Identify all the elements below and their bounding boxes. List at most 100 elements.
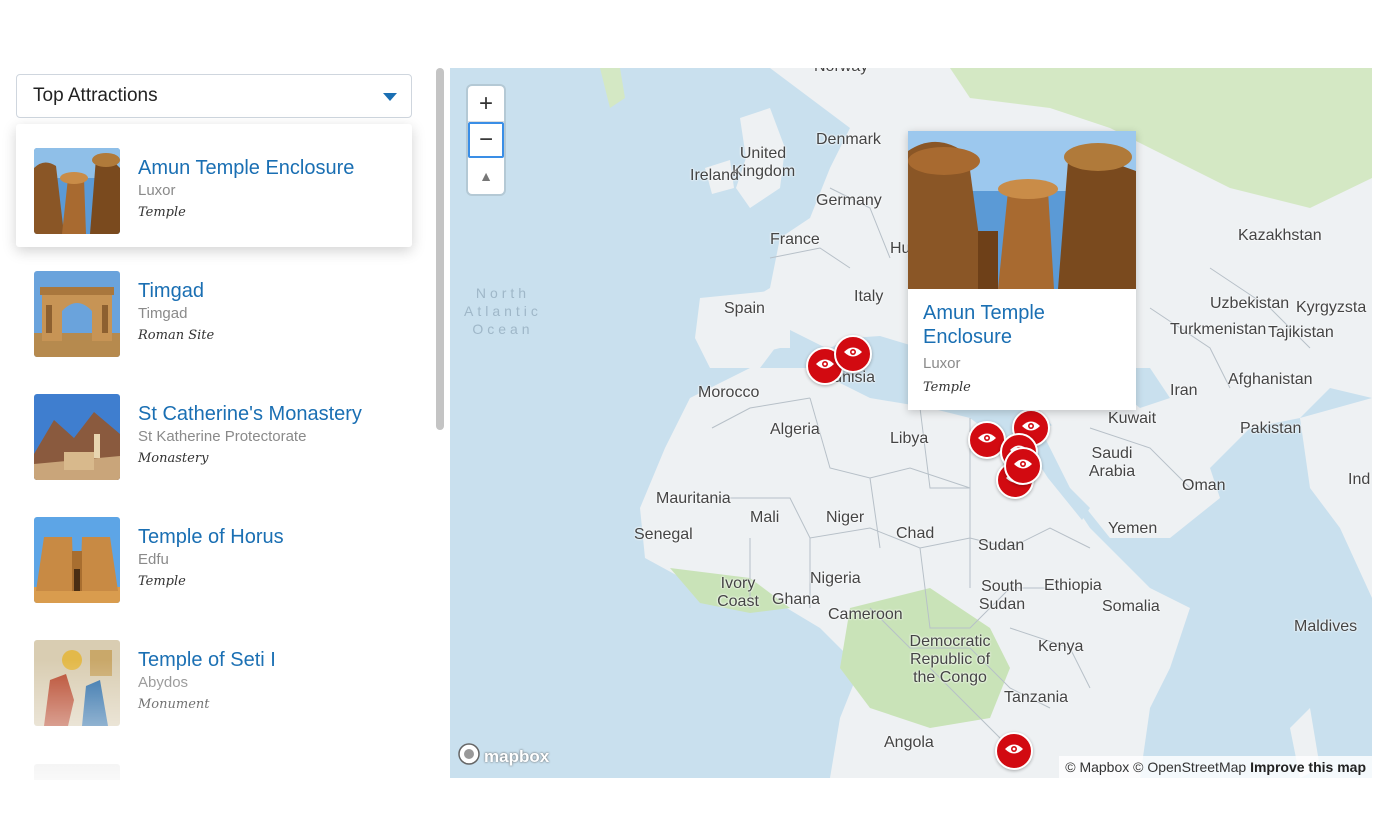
country-label: Turkmenistan [1170, 321, 1267, 338]
zoom-out-button[interactable]: − [468, 122, 504, 158]
country-label: Denmark [816, 131, 881, 148]
country-label: Pakistan [1240, 420, 1302, 437]
map-marker[interactable] [995, 732, 1033, 770]
attraction-thumbnail [34, 271, 120, 357]
map-attribution: © Mapbox © OpenStreetMap Improve this ma… [1059, 756, 1372, 778]
eye-icon [1013, 457, 1033, 475]
eye-icon [843, 345, 863, 363]
country-label: Ethiopia [1044, 577, 1102, 594]
mapbox-logo[interactable]: mapbox [458, 743, 549, 770]
attraction-city: Edfu [138, 551, 169, 568]
country-label: Italy [854, 288, 884, 305]
attraction-thumbnail [34, 394, 120, 480]
country-label: Mali [750, 509, 780, 526]
country-label: Oman [1182, 477, 1226, 494]
country-label: Tajikistan [1268, 324, 1334, 341]
attraction-type: Monument [138, 697, 210, 712]
eye-icon [815, 357, 835, 375]
country-label: United Kingdom [732, 145, 796, 180]
country-label: Ireland [690, 167, 739, 184]
attraction-card[interactable]: Temple of Seti I Abydos Monument [16, 616, 412, 739]
attraction-title[interactable]: Timgad [138, 279, 214, 303]
popup-type: Temple [923, 380, 971, 395]
mapbox-attribution-link[interactable]: © Mapbox [1065, 759, 1129, 775]
category-dropdown[interactable]: Top Attractions [16, 74, 412, 118]
chevron-down-icon [383, 93, 397, 101]
mapbox-logo-text: mapbox [484, 746, 550, 766]
country-label: Tanzania [1004, 689, 1069, 706]
map[interactable]: North Atlantic Ocean Norway Denmark Unit… [450, 68, 1372, 778]
country-label: Kenya [1038, 638, 1084, 655]
country-label: Somalia [1102, 598, 1160, 615]
country-label: Libya [890, 430, 929, 447]
attraction-thumbnail [34, 764, 120, 780]
attraction-thumbnail [34, 517, 120, 603]
country-label: Ind [1348, 471, 1371, 488]
country-label: Iran [1170, 382, 1198, 399]
country-label: Yemen [1108, 520, 1158, 537]
country-label: Senegal [634, 526, 693, 543]
ocean-label-line: Atlantic [464, 303, 542, 319]
zoom-in-button[interactable]: + [468, 86, 504, 122]
attraction-thumbnail [34, 640, 120, 726]
popup-image [908, 131, 1136, 289]
country-label: Maldives [1294, 618, 1358, 635]
zoom-controls: + − ▲ [468, 86, 504, 194]
eye-icon [977, 431, 997, 449]
popup-title[interactable]: Amun Temple Enclosure [923, 301, 1122, 349]
country-label: Democratic Republic of the Congo [909, 633, 991, 686]
attraction-type: Temple [138, 574, 186, 589]
attraction-card[interactable]: Timgad Timgad Roman Site [16, 247, 412, 370]
country-label: Saudi Arabia [1088, 445, 1136, 480]
country-label: Cameroon [828, 606, 903, 623]
attraction-card[interactable]: Temple of Horus Edfu Temple [16, 493, 412, 616]
country-label: Niger [826, 509, 865, 526]
compass-button[interactable]: ▲ [468, 158, 504, 194]
attraction-title[interactable]: Temple of Seti I [138, 648, 276, 672]
attraction-card[interactable]: Amun Temple Enclosure Luxor Temple [16, 124, 412, 247]
mapbox-icon [458, 743, 480, 770]
country-label: Ivory Coast [717, 575, 759, 610]
country-label: Sudan [978, 537, 1025, 554]
attraction-thumbnail [34, 148, 120, 234]
country-label: Algeria [770, 421, 820, 438]
ocean-label-line: North [475, 285, 531, 301]
attraction-type: Temple [138, 205, 186, 220]
country-label: Afghanistan [1228, 371, 1313, 388]
osm-attribution-link[interactable]: © OpenStreetMap [1133, 759, 1246, 775]
category-dropdown-label: Top Attractions [33, 85, 158, 106]
country-label: Ghana [772, 591, 821, 608]
country-label: Mauritania [656, 490, 731, 507]
country-label: Kazakhstan [1238, 227, 1322, 244]
map-marker[interactable] [834, 335, 872, 373]
attraction-city: Luxor [138, 182, 176, 199]
attraction-title[interactable]: Amun Temple Enclosure [138, 156, 354, 180]
country-label: Morocco [698, 384, 760, 401]
country-label: France [770, 231, 820, 248]
attraction-title[interactable]: St Catherine's Monastery [138, 402, 362, 426]
country-label: Kuwait [1108, 410, 1157, 427]
map-popup[interactable]: Amun Temple Enclosure Luxor Temple [908, 131, 1136, 410]
map-marker[interactable] [1004, 447, 1042, 485]
sidebar-scrollbar[interactable] [436, 68, 444, 430]
attraction-type: Roman Site [138, 328, 215, 343]
ocean-label-line: Ocean [472, 321, 534, 337]
attraction-type: Monastery [138, 451, 209, 466]
country-label: Spain [724, 300, 765, 317]
country-label: Norway [814, 68, 868, 76]
country-label: Uzbekistan [1210, 295, 1290, 312]
improve-map-link[interactable]: Improve this map [1250, 759, 1366, 775]
eye-icon [1004, 742, 1024, 760]
attraction-card[interactable]: St Catherine's Monastery St Katherine Pr… [16, 370, 412, 493]
country-label: Germany [816, 192, 882, 209]
attraction-city: Timgad [138, 305, 188, 322]
attraction-title[interactable]: Temple of Horus [138, 525, 284, 549]
country-label: Chad [896, 525, 935, 542]
attraction-list: Amun Temple Enclosure Luxor Temple Timga… [0, 124, 432, 739]
attraction-city: Abydos [138, 674, 189, 691]
country-label: Kyrgyzsta [1296, 299, 1367, 316]
country-label: Nigeria [810, 570, 861, 587]
attractions-sidebar: Top Attractions Amun Temple Enclosure Lu… [0, 68, 432, 780]
country-label: Angola [884, 734, 934, 751]
attraction-city: St Katherine Protectorate [138, 428, 307, 445]
